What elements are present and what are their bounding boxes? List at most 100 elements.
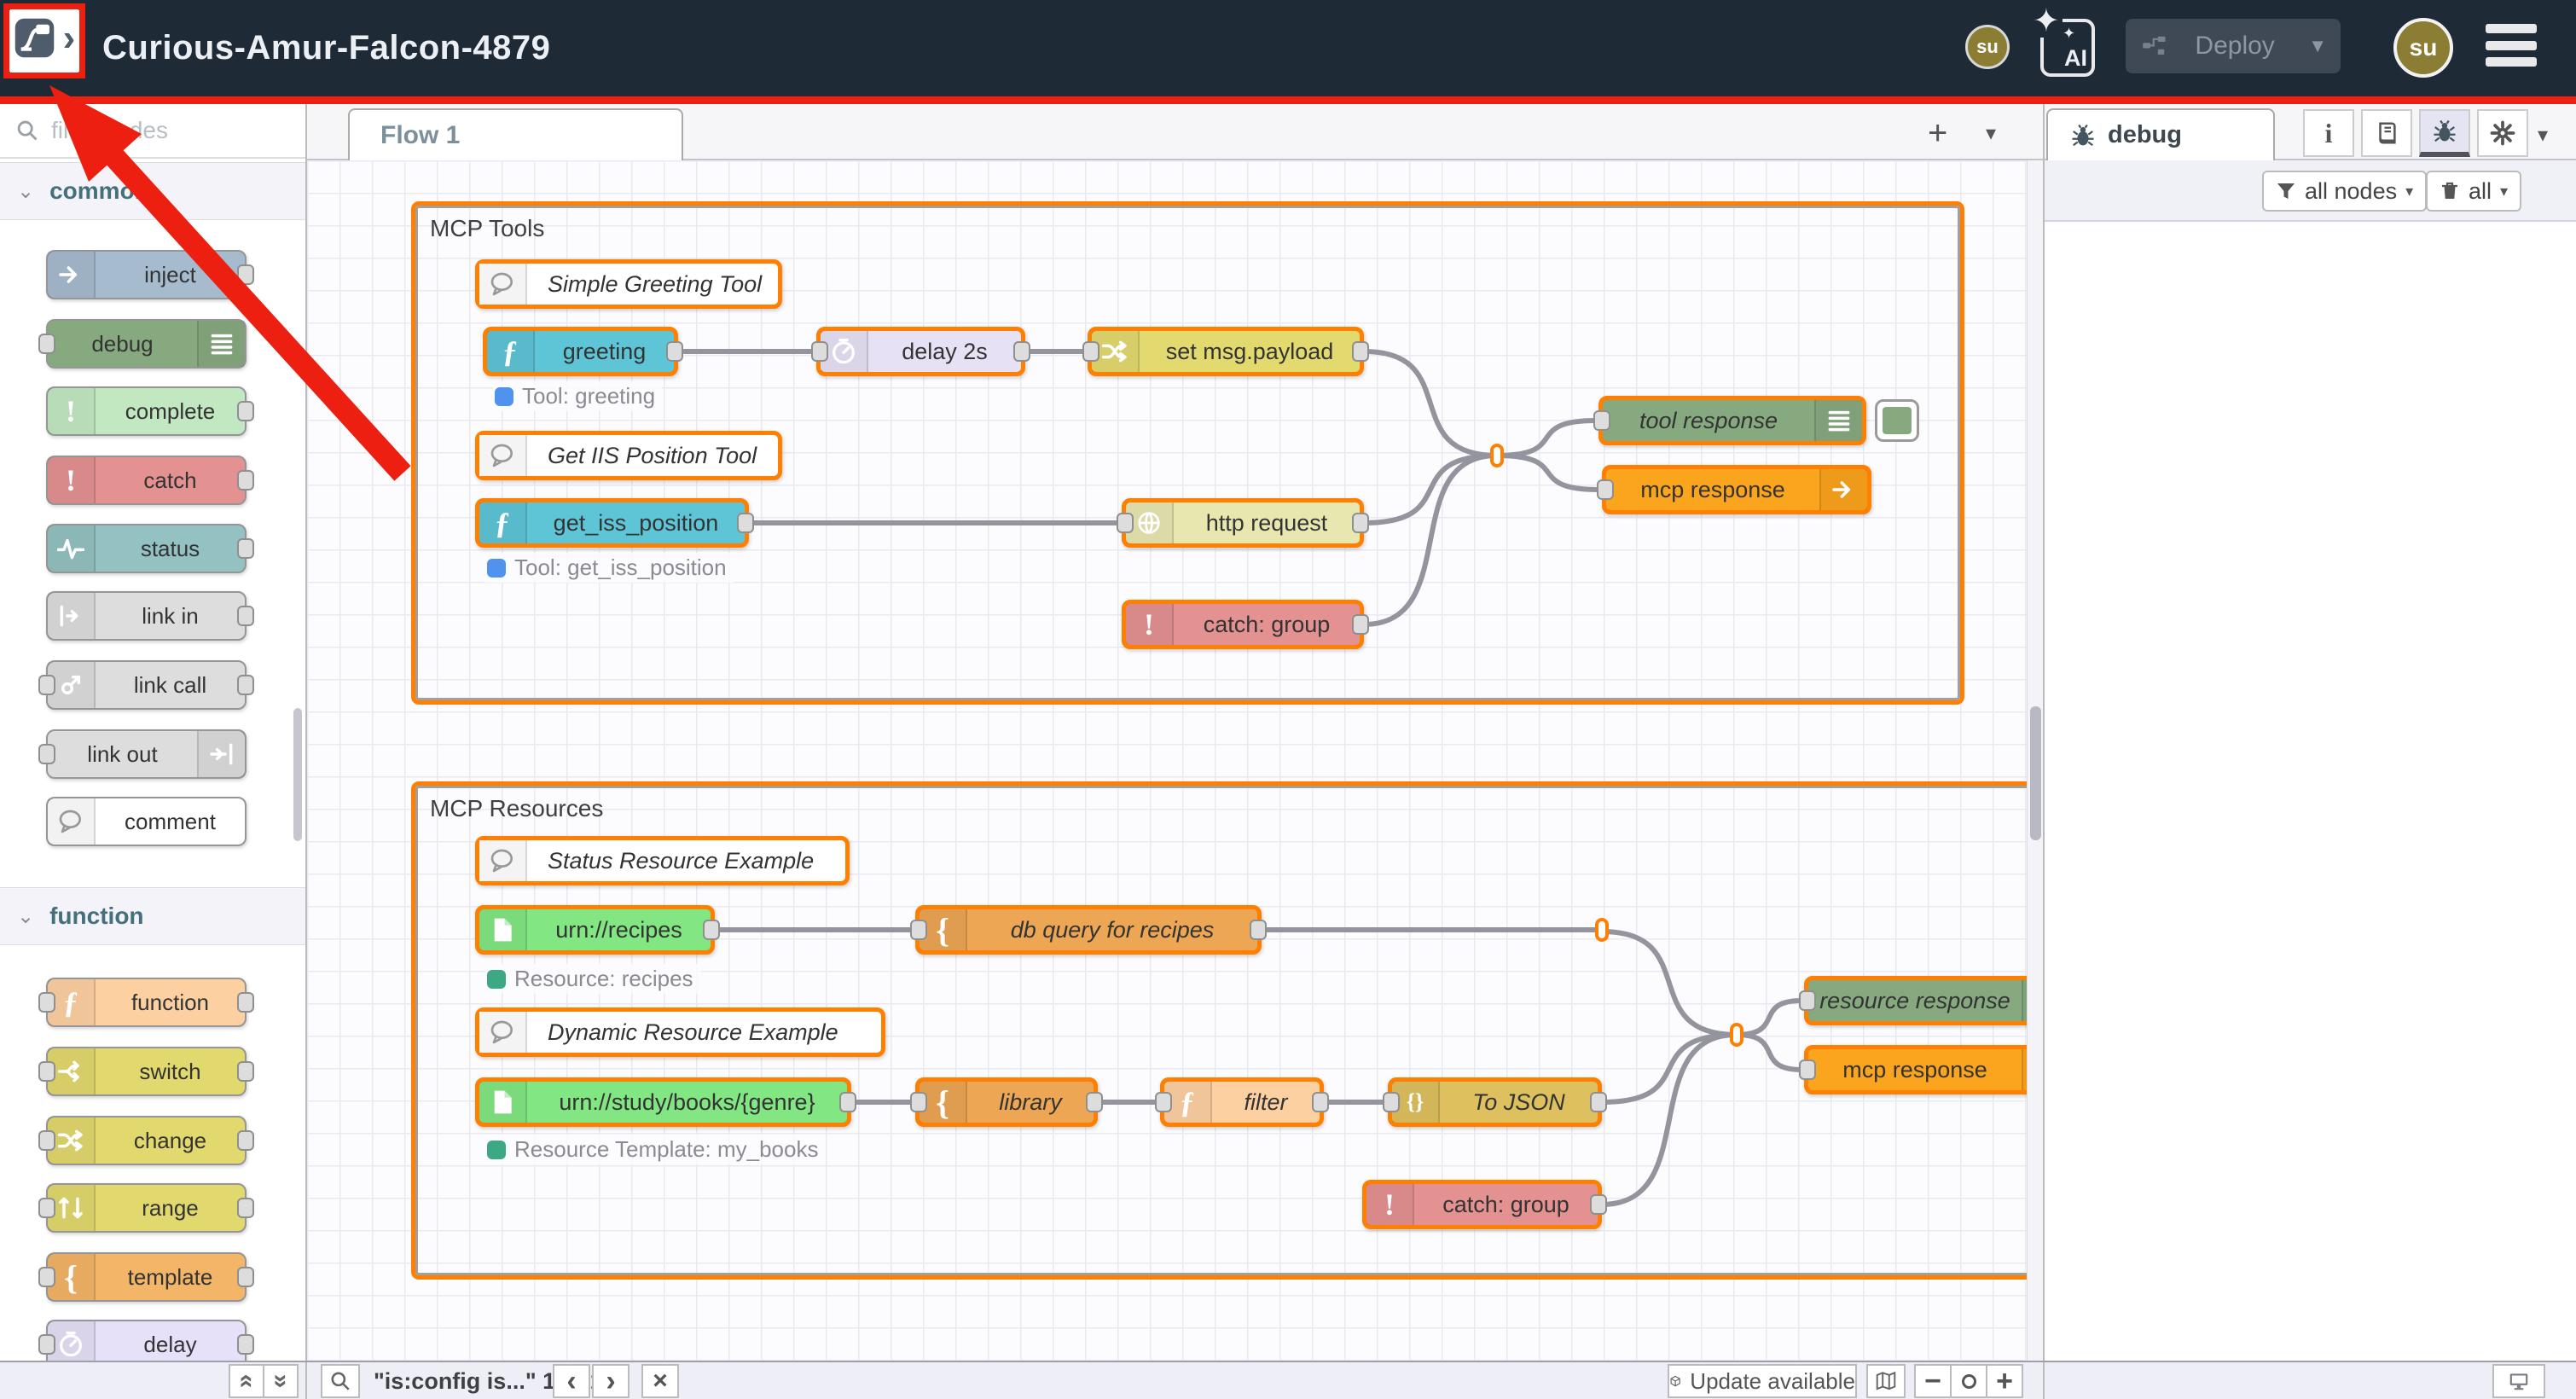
output-port[interactable] xyxy=(1352,513,1369,533)
zoom-in-button[interactable]: + xyxy=(1986,1364,2023,1398)
palette-node-switch[interactable]: switch xyxy=(46,1047,247,1096)
minimap-button[interactable] xyxy=(1866,1364,1906,1398)
deploy-button[interactable]: Deploy ▼ xyxy=(2126,19,2341,73)
flow-list-caret[interactable]: ▾ xyxy=(1986,121,1996,146)
output-port[interactable] xyxy=(237,401,254,421)
node-library[interactable]: {library xyxy=(915,1077,1098,1127)
search-next-button[interactable]: › xyxy=(592,1364,629,1398)
output-port[interactable] xyxy=(1312,1092,1329,1112)
input-port[interactable] xyxy=(1799,990,1816,1011)
output-port[interactable] xyxy=(1013,341,1030,362)
deploy-options-caret[interactable]: ▼ xyxy=(2300,35,2327,57)
output-port[interactable] xyxy=(237,675,254,695)
wire-junction[interactable] xyxy=(1595,918,1609,942)
input-port[interactable] xyxy=(38,1198,55,1218)
node-greeting[interactable]: ƒgreeting xyxy=(483,327,678,376)
palette-node-change[interactable]: change xyxy=(46,1116,247,1165)
input-port[interactable] xyxy=(1155,1092,1172,1112)
tab-debug[interactable]: debug xyxy=(2046,108,2275,160)
palette-search[interactable] xyxy=(0,104,305,159)
debug-enable-toggle[interactable] xyxy=(1875,399,1919,442)
palette-node-template[interactable]: {template xyxy=(46,1252,247,1302)
output-port[interactable] xyxy=(666,341,683,362)
avatar-small[interactable]: su xyxy=(1965,25,2010,69)
input-port[interactable] xyxy=(38,675,55,695)
search-prev-button[interactable]: ‹ xyxy=(553,1364,590,1398)
output-port[interactable] xyxy=(237,606,254,626)
node-urn-recipes[interactable]: urn://recipes xyxy=(475,905,715,955)
palette-collapse-all-button[interactable]: « xyxy=(229,1364,264,1398)
comment-node-dynamic-resource-example[interactable]: Dynamic Resource Example xyxy=(475,1007,885,1057)
node-resource-response[interactable]: resource response xyxy=(1804,976,2043,1025)
node-catch-group[interactable]: !catch: group xyxy=(1122,600,1364,649)
palette-node-function[interactable]: ƒfunction xyxy=(46,978,247,1027)
search-close-button[interactable]: × xyxy=(641,1364,679,1398)
device-preview-button[interactable] xyxy=(2492,1364,2545,1398)
input-port[interactable] xyxy=(1799,1059,1816,1080)
node-get-iss-position[interactable]: ƒget_iss_position xyxy=(475,498,749,548)
palette-category-common[interactable]: ⌄common xyxy=(0,162,305,220)
input-port[interactable] xyxy=(910,920,927,940)
output-port[interactable] xyxy=(237,470,254,491)
palette-node-range[interactable]: range xyxy=(46,1183,247,1233)
config-tab-button[interactable] xyxy=(2477,109,2528,157)
comment-node-status-resource-example[interactable]: Status Resource Example xyxy=(475,836,850,885)
output-port[interactable] xyxy=(1590,1194,1607,1215)
tab-flow-1[interactable]: Flow 1 xyxy=(348,108,683,160)
flow-canvas[interactable]: MCP ToolsMCP ResourcesSimple Greeting To… xyxy=(307,104,2043,1361)
output-port[interactable] xyxy=(1250,920,1267,940)
node-db-query-for-recipes[interactable]: {db query for recipes xyxy=(915,905,1262,955)
palette-node-inject[interactable]: inject xyxy=(46,250,247,299)
update-available-button[interactable]: Update available xyxy=(1668,1364,1857,1398)
palette-node-comment[interactable]: comment xyxy=(46,797,247,846)
input-port[interactable] xyxy=(1593,410,1610,431)
output-port[interactable] xyxy=(237,1198,254,1218)
output-port[interactable] xyxy=(237,264,254,285)
input-port[interactable] xyxy=(38,1130,55,1151)
output-port[interactable] xyxy=(237,992,254,1013)
output-port[interactable] xyxy=(237,1130,254,1151)
palette-node-status[interactable]: status xyxy=(46,524,247,573)
input-port[interactable] xyxy=(1082,341,1099,362)
help-tab-button[interactable] xyxy=(2361,109,2412,157)
canvas-scrollbar[interactable] xyxy=(2027,160,2043,1361)
palette-node-link-out[interactable]: link out xyxy=(46,729,247,779)
debug-clear-button[interactable]: all ▾ xyxy=(2426,171,2521,212)
output-port[interactable] xyxy=(237,1334,254,1355)
palette-node-catch[interactable]: !catch xyxy=(46,456,247,505)
node-catch-group[interactable]: !catch: group xyxy=(1362,1180,1602,1229)
node-filter[interactable]: ƒfilter xyxy=(1160,1077,1324,1127)
output-port[interactable] xyxy=(839,1092,856,1112)
output-port[interactable] xyxy=(737,513,754,533)
comment-node-simple-greeting-tool[interactable]: Simple Greeting Tool xyxy=(475,259,782,309)
input-port[interactable] xyxy=(38,1267,55,1287)
output-port[interactable] xyxy=(237,538,254,559)
output-port[interactable] xyxy=(237,1061,254,1082)
palette-node-complete[interactable]: !complete xyxy=(46,386,247,436)
output-port[interactable] xyxy=(1086,1092,1103,1112)
palette-expand-all-button[interactable]: » xyxy=(263,1364,299,1398)
palette-node-link-call[interactable]: link call xyxy=(46,660,247,710)
node-urn-study-books-genre[interactable]: urn://study/books/{genre} xyxy=(475,1077,851,1127)
palette-node-delay[interactable]: delay xyxy=(46,1320,247,1361)
input-port[interactable] xyxy=(1117,513,1134,533)
input-port[interactable] xyxy=(38,334,55,354)
output-port[interactable] xyxy=(1352,614,1369,635)
comment-node-get-iis-position-tool[interactable]: Get IIS Position Tool xyxy=(475,431,782,480)
ai-assistant-button[interactable]: ✦ ✦ AI xyxy=(2040,19,2095,77)
palette-filter-input[interactable] xyxy=(51,117,264,144)
node-http-request[interactable]: http request xyxy=(1122,498,1364,548)
zoom-out-button[interactable]: − xyxy=(1914,1364,1952,1398)
wire-junction[interactable] xyxy=(1730,1023,1743,1047)
wire-junction[interactable] xyxy=(1490,444,1504,467)
palette-scrollbar[interactable] xyxy=(293,708,302,841)
input-port[interactable] xyxy=(38,992,55,1013)
input-port[interactable] xyxy=(38,1334,55,1355)
input-port[interactable] xyxy=(1597,479,1614,500)
output-port[interactable] xyxy=(1590,1092,1607,1112)
debug-tab-button[interactable] xyxy=(2419,109,2470,157)
output-port[interactable] xyxy=(1352,341,1369,362)
palette-node-link-in[interactable]: link in xyxy=(46,591,247,641)
node-tool-response[interactable]: tool response xyxy=(1598,396,1866,445)
node-to-json[interactable]: {}To JSON xyxy=(1388,1077,1602,1127)
